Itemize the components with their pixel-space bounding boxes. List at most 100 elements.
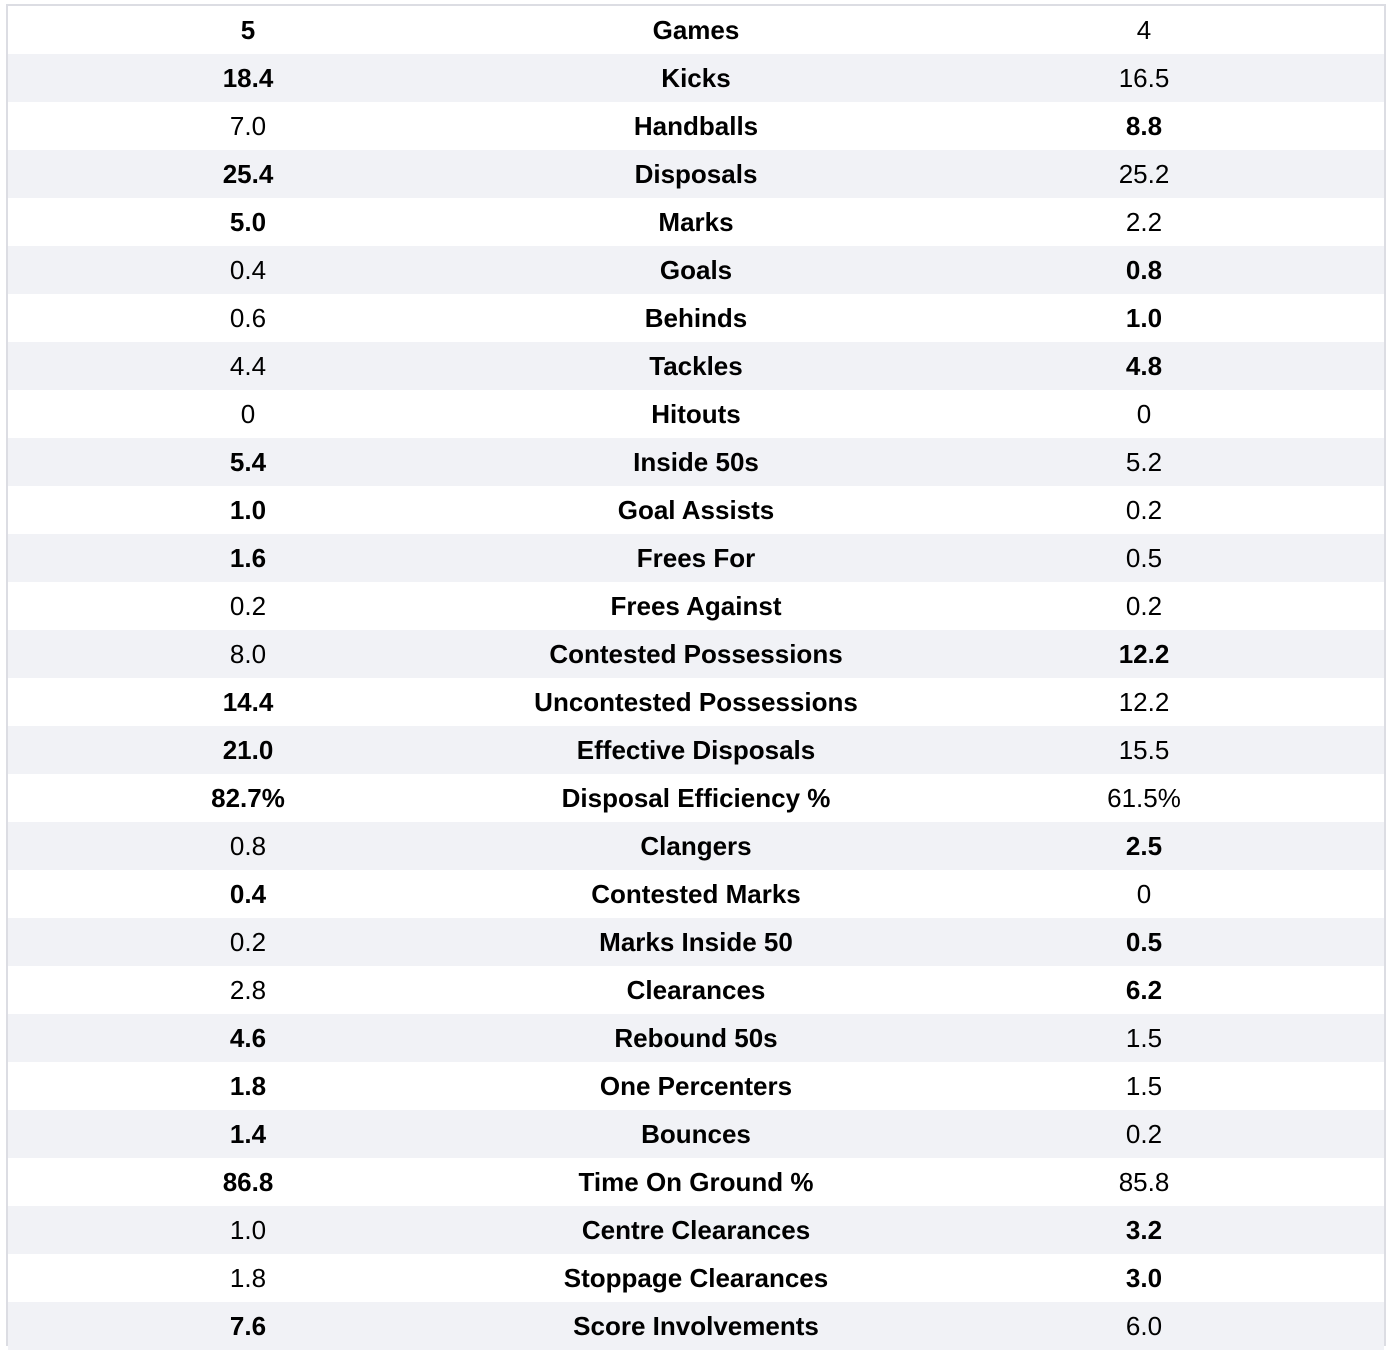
table-row: 0.2 Frees Against 0.2 [8,582,1384,630]
left-value: 1.8 [229,1262,267,1293]
table-row: 21.0 Effective Disposals 15.5 [8,726,1384,774]
table-row: 7.6 Score Involvements 6.0 [8,1302,1384,1350]
left-value: 5.0 [229,206,267,237]
left-value: 4.6 [229,1022,267,1053]
right-value: 1.5 [1125,1022,1163,1053]
table-row: 4.4 Tackles 4.8 [8,342,1384,390]
table-row: 5.4 Inside 50s 5.2 [8,438,1384,486]
left-value: 1.4 [229,1118,267,1149]
left-value: 7.0 [229,110,267,141]
stat-label: Goals [659,254,733,285]
stat-label: Rebound 50s [614,1022,778,1053]
left-value: 5.4 [229,446,267,477]
table-row: 1.8 Stoppage Clearances 3.0 [8,1254,1384,1302]
left-value: 25.4 [222,158,274,189]
right-value: 0 [1136,398,1152,429]
right-value: 1.5 [1125,1070,1163,1101]
right-value: 2.5 [1125,830,1163,861]
table-row: 5 Games 4 [8,6,1384,54]
stat-label: Handballs [633,110,759,141]
stat-label: Marks [658,206,734,237]
left-value: 0 [240,398,256,429]
right-value: 3.0 [1125,1262,1163,1293]
left-value: 0.8 [229,830,267,861]
stat-label: Time On Ground % [578,1166,814,1197]
table-row: 1.0 Goal Assists 0.2 [8,486,1384,534]
left-value: 7.6 [229,1310,267,1341]
stat-label: Score Involvements [573,1310,819,1341]
right-value: 3.2 [1125,1214,1163,1245]
table-row: 14.4 Uncontested Possessions 12.2 [8,678,1384,726]
table-row: 1.4 Bounces 0.2 [8,1110,1384,1158]
right-value: 6.0 [1125,1310,1163,1341]
right-value: 12.2 [1118,638,1170,669]
right-value: 0.8 [1125,254,1163,285]
stat-label: Clangers [640,830,752,861]
table-row: 86.8 Time On Ground % 85.8 [8,1158,1384,1206]
right-value: 15.5 [1118,734,1170,765]
right-value: 85.8 [1118,1166,1170,1197]
left-value: 2.8 [229,974,267,1005]
stat-label: One Percenters [599,1070,793,1101]
right-value: 12.2 [1118,686,1170,717]
right-value: 61.5% [1107,782,1181,813]
right-value: 5.2 [1125,446,1163,477]
stat-label: Goal Assists [617,494,775,525]
table-row: 0.2 Marks Inside 50 0.5 [8,918,1384,966]
stat-label: Disposal Efficiency % [561,782,831,813]
table-row: 1.0 Centre Clearances 3.2 [8,1206,1384,1254]
right-value: 6.2 [1125,974,1163,1005]
table-row: 2.8 Clearances 6.2 [8,966,1384,1014]
stat-label: Effective Disposals [576,734,816,765]
left-value: 86.8 [222,1166,274,1197]
left-value: 5 [240,14,256,45]
left-value: 0.4 [229,254,267,285]
left-value: 0.6 [229,302,267,333]
right-value: 0.2 [1125,494,1163,525]
stat-label: Bounces [641,1118,751,1149]
table-row: 0.6 Behinds 1.0 [8,294,1384,342]
stat-label: Games [652,14,740,45]
right-value: 0.5 [1125,542,1163,573]
table-row: 25.4 Disposals 25.2 [8,150,1384,198]
table-row: 0.8 Clangers 2.5 [8,822,1384,870]
table-row: 18.4 Kicks 16.5 [8,54,1384,102]
stat-label: Tackles [649,350,743,381]
right-value: 0 [1136,878,1152,909]
table-row: 5.0 Marks 2.2 [8,198,1384,246]
left-value: 18.4 [222,62,274,93]
table-row: 8.0 Contested Possessions 12.2 [8,630,1384,678]
right-value: 4.8 [1125,350,1163,381]
right-value: 16.5 [1118,62,1170,93]
table-row: 0.4 Contested Marks 0 [8,870,1384,918]
left-value: 0.4 [229,878,267,909]
right-value: 4 [1136,14,1152,45]
table-row: 1.8 One Percenters 1.5 [8,1062,1384,1110]
stat-label: Kicks [661,62,731,93]
stat-label: Uncontested Possessions [534,686,858,717]
left-value: 82.7% [211,782,285,813]
left-value: 4.4 [229,350,267,381]
left-value: 1.8 [229,1070,267,1101]
left-value: 1.0 [229,494,267,525]
stat-label: Contested Marks [591,878,801,909]
left-value: 0.2 [229,926,267,957]
stat-label: Disposals [634,158,758,189]
right-value: 0.2 [1125,1118,1163,1149]
stat-label: Stoppage Clearances [563,1262,829,1293]
right-value: 0.2 [1125,590,1163,621]
stat-label: Contested Possessions [549,638,843,669]
left-value: 14.4 [222,686,274,717]
stat-label: Clearances [626,974,766,1005]
stat-label: Frees For [636,542,756,573]
table-row: 0 Hitouts 0 [8,390,1384,438]
left-value: 21.0 [222,734,274,765]
stat-label: Marks Inside 50 [599,926,793,957]
stat-label: Frees Against [610,590,782,621]
right-value: 1.0 [1125,302,1163,333]
stat-label: Centre Clearances [581,1214,811,1245]
right-value: 2.2 [1125,206,1163,237]
table-row: 1.6 Frees For 0.5 [8,534,1384,582]
right-value: 25.2 [1118,158,1170,189]
stat-label: Hitouts [651,398,741,429]
